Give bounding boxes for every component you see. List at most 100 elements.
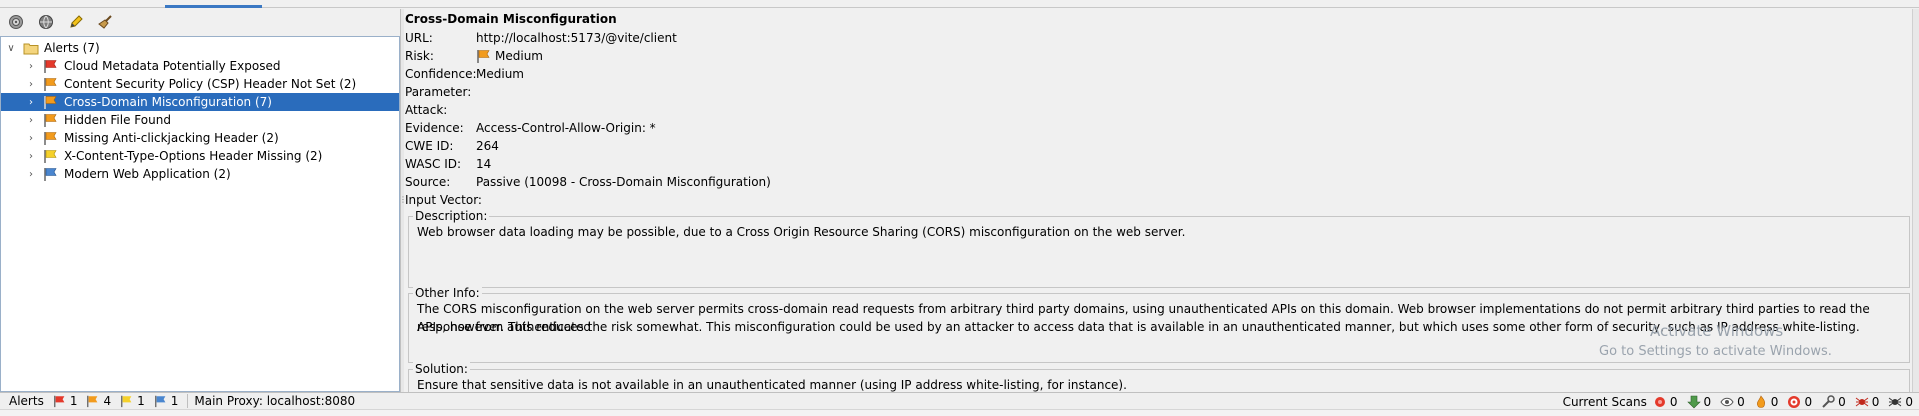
chevron-right-icon[interactable]: › xyxy=(25,96,37,108)
watermark-title: Activate Windows xyxy=(1650,322,1784,340)
download-arrow-icon xyxy=(1686,395,1701,408)
solution-label: Solution: xyxy=(413,362,470,376)
orange-flag-icon xyxy=(87,395,98,408)
red-flag-icon xyxy=(53,395,65,408)
scan-button[interactable] xyxy=(36,12,56,32)
spider-icon xyxy=(1855,397,1869,406)
status-alert-high[interactable]: 1 xyxy=(53,394,77,408)
input-vector-row: Input Vector: xyxy=(405,193,482,207)
url-row: URL: http://localhost:5173/@vite/client xyxy=(405,31,677,45)
tree-item-label: Hidden File Found xyxy=(64,113,171,127)
status-alerts-label: Alerts xyxy=(9,394,44,408)
bug-icon xyxy=(1889,397,1902,406)
confidence-value: Medium xyxy=(476,67,524,81)
tree-item[interactable]: › Missing Anti-clickjacking Header (2) xyxy=(25,129,279,147)
blue-flag-icon xyxy=(44,168,57,181)
tree-item-label: Cross-Domain Misconfiguration (7) xyxy=(64,95,272,109)
flame-icon xyxy=(1756,394,1765,408)
url-value[interactable]: http://localhost:5173/@vite/client xyxy=(476,31,677,45)
yellow-flag-icon xyxy=(121,395,132,408)
watermark-subtitle: Go to Settings to activate Windows. xyxy=(1599,344,1832,359)
tree-item[interactable]: › Cloud Metadata Potentially Exposed xyxy=(25,57,280,75)
status-separator xyxy=(187,394,189,408)
scan-status-active[interactable]: 0 xyxy=(1787,395,1812,409)
target-icon xyxy=(9,14,23,29)
scan-status-fuzz[interactable]: 0 xyxy=(1754,394,1778,409)
orange-flag-icon xyxy=(44,96,57,109)
tree-item[interactable]: › Content Security Policy (CSP) Header N… xyxy=(25,75,356,93)
chevron-right-icon[interactable]: › xyxy=(25,60,37,72)
tree-item[interactable]: › X-Content-Type-Options Header Missing … xyxy=(25,147,322,165)
current-scans: Current Scans 0 0 0 0 0 0 0 0 xyxy=(1563,393,1915,410)
description-section: Description: Web browser data loading ma… xyxy=(408,209,1910,288)
solution-section: Solution: Ensure that sensitive data is … xyxy=(408,362,1910,392)
scan-status-spider[interactable]: 0 xyxy=(1653,395,1678,409)
folder-icon xyxy=(23,43,39,55)
target-icon xyxy=(1788,395,1801,408)
window-bottom-edge xyxy=(0,409,1919,416)
tree-item-label: X-Content-Type-Options Header Missing (2… xyxy=(64,149,323,163)
wasc-row: WASC ID: 14 xyxy=(405,157,492,171)
risk-row: Risk: Medium xyxy=(405,49,543,63)
tree-item-label: Modern Web Application (2) xyxy=(64,167,231,181)
scan-status-client-spider[interactable]: 0 xyxy=(1888,395,1913,409)
attack-row: Attack: xyxy=(405,103,448,117)
source-row: Source: Passive (10098 - Cross-Domain Mi… xyxy=(405,175,771,189)
pencil-icon xyxy=(70,14,83,28)
solution-text[interactable]: Ensure that sensitive data is not availa… xyxy=(417,376,1127,392)
status-proxy: Main Proxy: localhost:8080 xyxy=(194,394,356,408)
risk-value: Medium xyxy=(495,49,543,63)
tree-item-label: Missing Anti-clickjacking Header (2) xyxy=(64,131,279,145)
alerts-panel: ∨ Alerts (7) › Cloud Metadata Potentiall… xyxy=(0,9,400,392)
yellow-flag-icon xyxy=(44,150,57,163)
scan-status-ajax-spider[interactable]: 0 xyxy=(1855,395,1879,409)
orange-flag-icon xyxy=(44,132,57,145)
orange-flag-icon xyxy=(44,114,57,127)
description-text[interactable]: Web browser data loading may be possible… xyxy=(417,223,1185,241)
tree-item-selected[interactable]: › Cross-Domain Misconfiguration (7) xyxy=(1,93,399,111)
tree-item-label: Cloud Metadata Potentially Exposed xyxy=(64,59,281,73)
blue-flag-icon xyxy=(154,395,166,408)
alerts-toolbar xyxy=(0,9,400,34)
chevron-right-icon[interactable]: › xyxy=(25,114,37,126)
tree-item[interactable]: › Modern Web Application (2) xyxy=(25,165,231,183)
wasc-value: 14 xyxy=(476,157,492,171)
scan-status-forced-browse[interactable]: 0 xyxy=(1821,395,1846,409)
other-info-label: Other Info: xyxy=(413,286,482,300)
current-scans-label: Current Scans xyxy=(1562,394,1647,409)
broom-button[interactable] xyxy=(96,12,116,32)
alerts-tree[interactable]: ∨ Alerts (7) › Cloud Metadata Potentiall… xyxy=(0,36,400,392)
globe-icon xyxy=(39,14,53,29)
alert-title: Cross-Domain Misconfiguration xyxy=(405,12,617,26)
top-tab-strip xyxy=(0,0,1919,8)
source-value: Passive (10098 - Cross-Domain Misconfigu… xyxy=(476,175,771,189)
orange-flag-icon xyxy=(44,78,57,91)
confidence-row: Confidence: Medium xyxy=(405,67,524,81)
evidence-row: Evidence: Access-Control-Allow-Origin: * xyxy=(405,121,656,135)
scan-status-import[interactable]: 0 xyxy=(1686,395,1711,409)
cwe-row: CWE ID: 264 xyxy=(405,139,499,153)
chevron-right-icon[interactable]: › xyxy=(25,78,37,90)
chevron-down-icon[interactable]: ∨ xyxy=(5,42,17,54)
broom-icon xyxy=(98,14,112,29)
chevron-right-icon[interactable]: › xyxy=(25,132,37,144)
orange-flag-icon xyxy=(477,50,490,63)
other-info-text-line[interactable]: APIs, however. This reduces the risk som… xyxy=(417,318,1860,336)
tree-root-alerts[interactable]: ∨ Alerts (7) xyxy=(5,39,99,57)
evidence-value: Access-Control-Allow-Origin: * xyxy=(476,121,656,135)
status-alert-info[interactable]: 1 xyxy=(154,394,178,408)
wrench-icon xyxy=(1822,394,1835,408)
chevron-right-icon[interactable]: › xyxy=(25,168,37,180)
vertical-scrollbar[interactable] xyxy=(1912,9,1919,392)
eye-icon xyxy=(1720,397,1734,406)
edit-button[interactable] xyxy=(66,12,86,32)
tree-item[interactable]: › Hidden File Found xyxy=(25,111,171,129)
status-alert-medium[interactable]: 4 xyxy=(86,394,111,408)
cwe-value: 264 xyxy=(476,139,499,153)
filter-button[interactable] xyxy=(6,12,26,32)
active-tab-indicator xyxy=(165,5,262,8)
status-alert-low[interactable]: 1 xyxy=(120,394,145,408)
scan-status-passive[interactable]: 0 xyxy=(1720,395,1745,409)
chevron-right-icon[interactable]: › xyxy=(25,150,37,162)
description-label: Description: xyxy=(413,209,490,223)
